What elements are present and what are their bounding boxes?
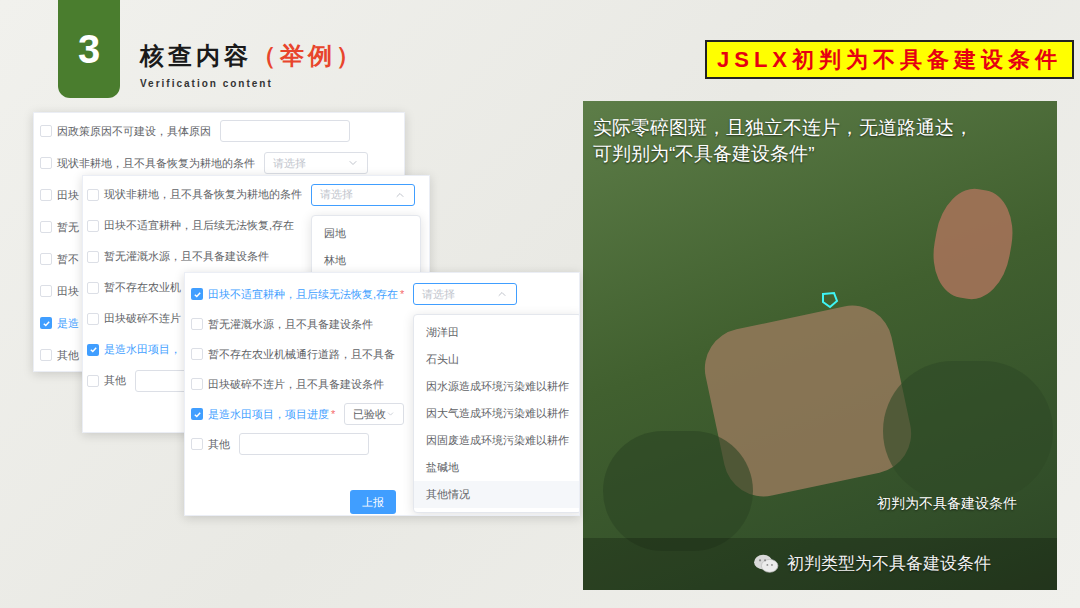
row-label: 田块 bbox=[57, 187, 79, 204]
row-label: 其他 bbox=[57, 347, 79, 364]
slide: 3 核查内容（举例） Verification content JSLX初判为不具备建… bbox=[0, 0, 1080, 608]
satellite-photo: 实际零碎图斑，且独立不连片，无道路通达，可判别为“不具备建设条件” 初判为不具备建… bbox=[583, 101, 1057, 590]
form-row: 田块不适宜耕种，且后续无法恢复,存在* 请选择湖洋田石头山因水源造成环境污染难以耕… bbox=[191, 279, 573, 309]
row-label: 是造水田项目，项目进度* bbox=[208, 406, 335, 423]
form-panel: 田块不适宜耕种，且后续无法恢复,存在*请选择湖洋田石头山因水源造成环境污染难以耕… bbox=[184, 272, 580, 516]
form-row: 现状非耕地，且不具备恢复为耕地的条件请选择园地林地 bbox=[87, 179, 425, 210]
row-label: 田块 bbox=[57, 283, 79, 300]
checkbox[interactable] bbox=[40, 125, 52, 137]
row-label: 因政策原因不可建设，具体原因 bbox=[57, 123, 211, 140]
checkbox[interactable] bbox=[191, 348, 203, 360]
dropdown-option[interactable]: 因大气造成环境污染难以耕作 bbox=[414, 400, 580, 427]
field-patch bbox=[926, 183, 1020, 305]
checkbox[interactable] bbox=[191, 438, 203, 450]
dropdown-menu: 湖洋田石头山因水源造成环境污染难以耕作因大气造成环境污染难以耕作因固废造成环境污… bbox=[413, 314, 580, 513]
dropdown-option[interactable]: 盐碱地 bbox=[414, 454, 580, 481]
banner: JSLX初判为不具备建设条件 bbox=[705, 40, 1074, 79]
checkbox[interactable] bbox=[191, 318, 203, 330]
forest-patch bbox=[603, 431, 753, 551]
header: 3 核查内容（举例） Verification content JSLX初判为不具备建… bbox=[0, 0, 1080, 101]
row-label: 暂无 bbox=[57, 219, 79, 236]
checkbox[interactable] bbox=[87, 189, 99, 201]
row-label: 暂不存在农业机械通行道路，且不具备 bbox=[208, 346, 395, 363]
slide-subtitle: Verification content bbox=[140, 76, 364, 91]
text-input[interactable] bbox=[220, 120, 350, 142]
row-label: 田块不适宜耕种，且后续无法恢复,存在* bbox=[208, 286, 404, 303]
select-wrapper: 已验收 bbox=[344, 403, 404, 425]
select-wrapper: 请选择湖洋田石头山因水源造成环境污染难以耕作因大气造成环境污染难以耕作因固废造成… bbox=[413, 283, 517, 305]
check-icon bbox=[193, 410, 202, 419]
form-row: 因政策原因不可建设，具体原因 bbox=[40, 115, 398, 147]
checkbox[interactable] bbox=[87, 375, 99, 387]
dropdown-menu: 园地林地 bbox=[311, 215, 421, 279]
checkbox[interactable] bbox=[87, 251, 99, 263]
row-label: 其他 bbox=[208, 436, 230, 453]
watermark-text: 初判类型为不具备建设条件 bbox=[787, 551, 991, 577]
checkbox[interactable] bbox=[40, 221, 52, 233]
select[interactable]: 请选择 bbox=[311, 184, 415, 206]
row-label: 暂不 bbox=[57, 251, 79, 268]
checkbox[interactable] bbox=[87, 220, 99, 232]
text-input[interactable] bbox=[239, 433, 369, 455]
chevron-up-icon bbox=[496, 288, 508, 300]
select[interactable]: 请选择 bbox=[264, 152, 368, 174]
chevron-down-icon bbox=[386, 408, 395, 420]
select[interactable]: 已验收 bbox=[344, 403, 404, 425]
title-block: 核查内容（举例） Verification content bbox=[140, 38, 364, 91]
select-wrapper: 请选择园地林地 bbox=[311, 184, 415, 206]
checkbox[interactable] bbox=[191, 378, 203, 390]
chevron-up-icon bbox=[394, 189, 406, 201]
photo-caption: 实际零碎图斑，且独立不连片，无道路通达，可判别为“不具备建设条件” bbox=[593, 115, 973, 166]
checkbox[interactable] bbox=[40, 157, 52, 169]
checkbox[interactable] bbox=[40, 253, 52, 265]
parcel-marker-icon bbox=[820, 291, 840, 309]
dropdown-option[interactable]: 因水源造成环境污染难以耕作 bbox=[414, 373, 580, 400]
watermark-strip: 初判类型为不具备建设条件 bbox=[583, 538, 1057, 590]
row-label: 暂无灌溉水源，且不具备建设条件 bbox=[208, 316, 373, 333]
select-wrapper: 请选择 bbox=[264, 152, 368, 174]
dropdown-option[interactable]: 湖洋田 bbox=[414, 319, 580, 346]
row-label: 现状非耕地，且不具备恢复为耕地的条件 bbox=[104, 186, 302, 203]
row-label: 现状非耕地，且不具备恢复为耕地的条件 bbox=[57, 155, 255, 172]
body: 因政策原因不可建设，具体原因现状非耕地，且不具备恢复为耕地的条件请选择田块暂无暂… bbox=[0, 101, 1080, 608]
checkbox[interactable] bbox=[40, 317, 52, 329]
select[interactable]: 请选择 bbox=[413, 283, 517, 305]
dropdown-option[interactable]: 因固废造成环境污染难以耕作 bbox=[414, 427, 580, 454]
check-icon bbox=[193, 290, 202, 299]
dropdown-option[interactable]: 石头山 bbox=[414, 346, 580, 373]
submit-button[interactable]: 上报 bbox=[350, 490, 396, 514]
photo-label: 初判为不具备建设条件 bbox=[877, 493, 1017, 514]
dropdown-option[interactable]: 其他情况 bbox=[414, 481, 580, 508]
wechat-icon bbox=[753, 553, 779, 575]
checkbox[interactable] bbox=[191, 288, 203, 300]
checkbox[interactable] bbox=[87, 344, 99, 356]
row-label: 是造水田项目， bbox=[104, 341, 181, 358]
checkbox[interactable] bbox=[40, 349, 52, 361]
checkbox[interactable] bbox=[87, 313, 99, 325]
check-icon bbox=[42, 319, 51, 328]
row-label: 是造 bbox=[57, 315, 79, 332]
slide-title: 核查内容（举例） bbox=[140, 38, 364, 74]
dropdown-option[interactable]: 园地 bbox=[312, 220, 420, 247]
row-label: 田块破碎不连片，且不具备建设条件 bbox=[208, 376, 384, 393]
checkbox[interactable] bbox=[40, 189, 52, 201]
check-icon bbox=[89, 345, 98, 354]
dropdown-option[interactable]: 林地 bbox=[312, 247, 420, 274]
checkbox[interactable] bbox=[191, 408, 203, 420]
section-badge: 3 bbox=[58, 0, 120, 98]
checkbox[interactable] bbox=[87, 282, 99, 294]
row-label: 田块破碎不连片 bbox=[104, 310, 181, 327]
row-label: 暂无灌溉水源，且不具备建设条件 bbox=[104, 248, 269, 265]
checkbox[interactable] bbox=[40, 285, 52, 297]
chevron-down-icon bbox=[347, 157, 359, 169]
row-label: 田块不适宜耕种，且后续无法恢复,存在 bbox=[104, 217, 294, 234]
form-canvas: 因政策原因不可建设，具体原因现状非耕地，且不具备恢复为耕地的条件请选择田块暂无暂… bbox=[0, 101, 583, 608]
row-label: 其他 bbox=[104, 372, 126, 389]
forest-patch bbox=[883, 361, 1053, 501]
row-label: 暂不存在农业机 bbox=[104, 279, 181, 296]
